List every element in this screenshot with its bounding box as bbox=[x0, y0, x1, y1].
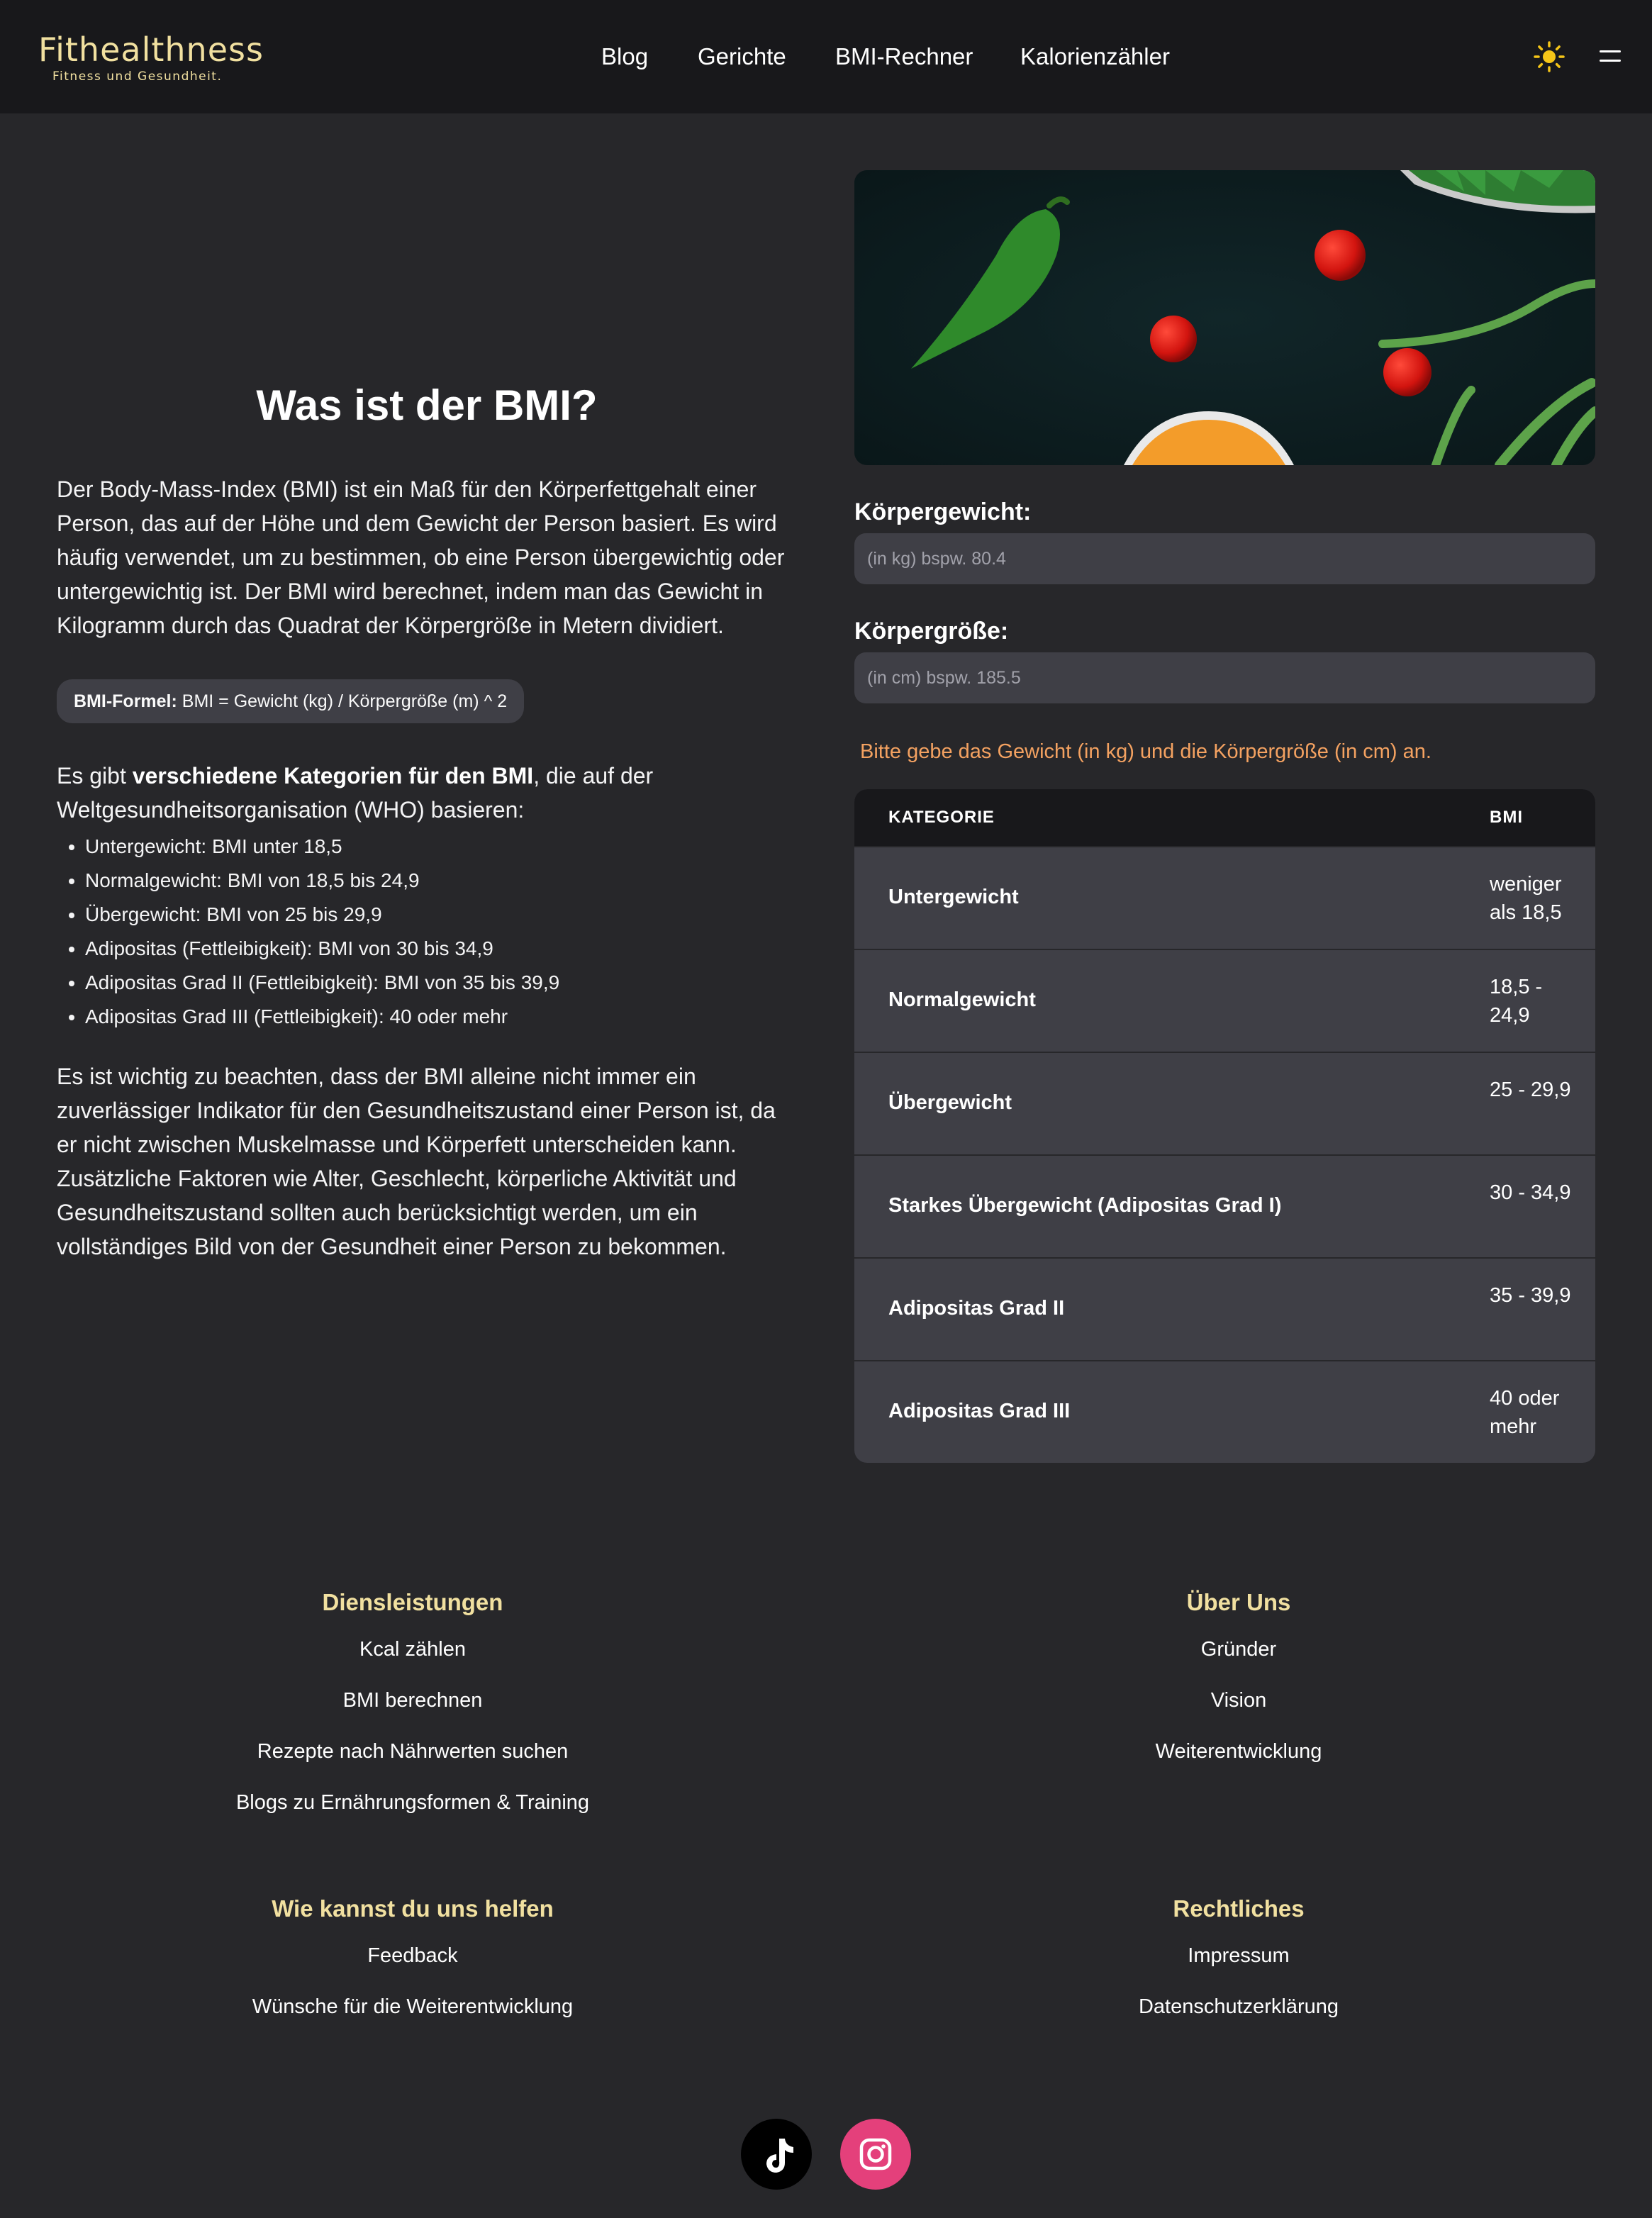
table-row: Starkes Übergewicht (Adipositas Grad I) … bbox=[854, 1154, 1595, 1257]
sun-icon bbox=[1534, 41, 1565, 72]
cell-category: Adipositas Grad II bbox=[888, 1297, 1065, 1320]
list-item: Untergewicht: BMI unter 18,5 bbox=[85, 830, 797, 864]
cell-bmi: 25 - 29,9 bbox=[1490, 1079, 1571, 1101]
footer-about-title: Über Uns bbox=[1186, 1589, 1291, 1615]
tiktok-button[interactable] bbox=[741, 2119, 812, 2190]
list-item: Adipositas Grad II (Fettleibigkeit): BMI… bbox=[85, 966, 797, 1000]
footer-legal: Rechtliches Impressum Datenschutzerkläru… bbox=[990, 1893, 1487, 2044]
nav-link-kalorienzaehler[interactable]: Kalorienzähler bbox=[1020, 41, 1170, 72]
cell-bmi: 18,5 - 24,9 bbox=[1490, 976, 1543, 1027]
list-item: Adipositas Grad III (Fettleibigkeit): 40… bbox=[85, 1000, 797, 1034]
categories-intro-bold: verschiedene Kategorien für den BMI bbox=[132, 763, 534, 788]
instagram-icon bbox=[859, 2138, 892, 2170]
table-row: Adipositas Grad III 40 oder mehr bbox=[854, 1360, 1595, 1463]
footer-link-privacy[interactable]: Datenschutzerklärung bbox=[990, 1993, 1487, 2021]
table-row: Adipositas Grad II 35 - 39,9 bbox=[854, 1257, 1595, 1360]
nav-link-gerichte[interactable]: Gerichte bbox=[698, 41, 786, 72]
cell-category: Normalgewicht bbox=[888, 988, 1036, 1011]
footer-about: Über Uns Gründer Vision Weiterentwicklun… bbox=[990, 1587, 1487, 1788]
nav-link-blog[interactable]: Blog bbox=[601, 41, 648, 72]
footer-link-blogs[interactable]: Blogs zu Ernährungsformen & Training bbox=[164, 1788, 661, 1817]
footer-link-founder[interactable]: Gründer bbox=[990, 1635, 1487, 1664]
list-item: Übergewicht: BMI von 25 bis 29,9 bbox=[85, 898, 797, 932]
navbar: Fithealthness Fitness und Gesundheit. Bl… bbox=[0, 0, 1652, 113]
theme-toggle-button[interactable] bbox=[1534, 41, 1565, 72]
bmi-info-section: Was ist der BMI? Der Body-Mass-Index (BM… bbox=[57, 376, 797, 1264]
page-title: Was ist der BMI? bbox=[256, 381, 598, 429]
cell-bmi: 40 oder mehr bbox=[1490, 1387, 1560, 1438]
formula-text: BMI = Gewicht (kg) / Körpergröße (m) ^ 2 bbox=[177, 691, 508, 711]
footer-link-feedback[interactable]: Feedback bbox=[164, 1941, 661, 1970]
table-row: Untergewicht weniger als 18,5 bbox=[854, 846, 1595, 949]
footer-help-title: Wie kannst du uns helfen bbox=[272, 1895, 554, 1922]
menu-button[interactable] bbox=[1600, 47, 1621, 65]
height-input[interactable] bbox=[854, 652, 1595, 703]
footer-services: Diensleistungen Kcal zählen BMI berechne… bbox=[164, 1587, 661, 1839]
bmi-formula-badge: BMI-Formel: BMI = Gewicht (kg) / Körperg… bbox=[57, 679, 525, 723]
column-header-category: KATEGORIE bbox=[888, 808, 995, 827]
list-item: Normalgewicht: BMI von 18,5 bis 24,9 bbox=[85, 864, 797, 898]
cell-bmi: 35 - 39,9 bbox=[1490, 1284, 1571, 1307]
cell-category: Übergewicht bbox=[888, 1091, 1012, 1114]
footer-link-vision[interactable]: Vision bbox=[990, 1686, 1487, 1715]
categories-intro-pre: Es gibt bbox=[57, 763, 133, 788]
tiktok-icon bbox=[766, 2139, 793, 2173]
footer-help: Wie kannst du uns helfen Feedback Wünsch… bbox=[164, 1893, 661, 2044]
footer-services-title: Diensleistungen bbox=[322, 1589, 503, 1615]
footer-link-imprint[interactable]: Impressum bbox=[990, 1941, 1487, 1970]
bmi-disclaimer-text: Es ist wichtig zu beachten, dass der BMI… bbox=[57, 1064, 776, 1259]
column-header-bmi: BMI bbox=[1490, 808, 1523, 827]
weight-label: Körpergewicht: bbox=[854, 498, 1032, 525]
vegetables-illustration bbox=[854, 170, 1595, 465]
hero-vegetables-image bbox=[854, 170, 1595, 465]
category-list: Untergewicht: BMI unter 18,5 Normalgewic… bbox=[57, 830, 797, 1034]
bmi-intro-text: Der Body-Mass-Index (BMI) ist ein Maß fü… bbox=[57, 477, 785, 638]
list-item: Adipositas (Fettleibigkeit): BMI von 30 … bbox=[85, 932, 797, 966]
footer-link-kcal[interactable]: Kcal zählen bbox=[164, 1635, 661, 1664]
footer-link-wishes[interactable]: Wünsche für die Weiterentwicklung bbox=[164, 1993, 661, 2021]
footer-link-development[interactable]: Weiterentwicklung bbox=[990, 1737, 1487, 1766]
bmi-category-table: KATEGORIE BMI Untergewicht weniger als 1… bbox=[854, 789, 1595, 1463]
calculator-hint: Bitte gebe das Gewicht (in kg) und die K… bbox=[860, 740, 1431, 763]
nav-link-bmi-rechner[interactable]: BMI-Rechner bbox=[835, 41, 973, 72]
main-nav: Blog Gerichte BMI-Rechner Kalorienzähler bbox=[0, 0, 1652, 113]
cell-category: Adipositas Grad III bbox=[888, 1400, 1071, 1422]
instagram-button[interactable] bbox=[840, 2119, 911, 2190]
cell-category: Untergewicht bbox=[888, 886, 1019, 908]
footer-link-bmi[interactable]: BMI berechnen bbox=[164, 1686, 661, 1715]
categories-intro: Es gibt verschiedene Kategorien für den … bbox=[57, 759, 797, 827]
hamburger-icon bbox=[1600, 50, 1621, 52]
table-row: Normalgewicht 18,5 - 24,9 bbox=[854, 949, 1595, 1052]
hamburger-icon-line bbox=[1600, 60, 1621, 62]
cell-category: Starkes Übergewicht (Adipositas Grad I) bbox=[888, 1194, 1282, 1217]
weight-input[interactable] bbox=[854, 533, 1595, 584]
cell-bmi: 30 - 34,9 bbox=[1490, 1181, 1571, 1204]
cell-bmi: weniger als 18,5 bbox=[1490, 873, 1562, 924]
footer-link-recipes[interactable]: Rezepte nach Nährwerten suchen bbox=[164, 1737, 661, 1766]
table-row: Übergewicht 25 - 29,9 bbox=[854, 1052, 1595, 1154]
formula-label: BMI-Formel: bbox=[74, 691, 177, 711]
height-label: Körpergröße: bbox=[854, 618, 1009, 645]
table-header: KATEGORIE BMI bbox=[854, 789, 1595, 846]
footer-legal-title: Rechtliches bbox=[1173, 1895, 1305, 1922]
